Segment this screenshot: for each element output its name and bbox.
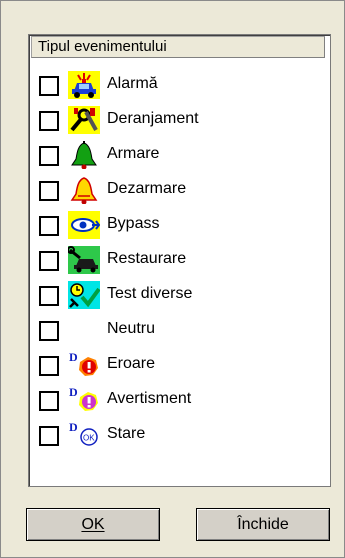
close-button[interactable]: Închide — [196, 508, 330, 541]
list-item-test[interactable]: Test diverse — [29, 278, 330, 313]
svg-text:D: D — [69, 421, 78, 434]
checkbox-test[interactable] — [39, 286, 59, 306]
checkbox-disarm[interactable] — [39, 181, 59, 201]
svg-text:OK: OK — [83, 434, 95, 443]
list-item-label: Armare — [107, 145, 160, 162]
close-button-label: Închide — [237, 516, 289, 533]
disarm-bell-icon — [70, 177, 98, 204]
list-item-label: Restaurare — [107, 250, 187, 267]
ok-button-label: OK — [81, 516, 105, 533]
list-item-disarm[interactable]: Dezarmare — [29, 173, 330, 208]
list-item-fault[interactable]: Deranjament — [29, 103, 330, 138]
list-item-error[interactable]: D Eroare — [29, 348, 330, 383]
svg-text:D: D — [69, 386, 78, 399]
list-item-label: Avertisment — [107, 390, 192, 407]
list-item-label: Alarmă — [107, 75, 158, 92]
checkbox-warning[interactable] — [39, 391, 59, 411]
checkbox-error[interactable] — [39, 356, 59, 376]
list-item-restore[interactable]: Restaurare — [29, 243, 330, 278]
list-item-alarm[interactable]: Alarmă — [29, 68, 330, 103]
arm-bell-icon — [71, 141, 97, 169]
list-item-label: Dezarmare — [107, 180, 187, 197]
checkbox-restore[interactable] — [39, 251, 59, 271]
event-type-list[interactable]: Tipul evenimentului Alarmă Deranjament A… — [28, 34, 331, 487]
checkbox-neutral[interactable] — [39, 321, 59, 341]
checkbox-bypass[interactable] — [39, 216, 59, 236]
status-d-ok-icon: D OK — [69, 421, 98, 446]
warning-d-icon: D — [69, 386, 98, 411]
list-item-label: Stare — [107, 425, 146, 442]
list-item-label: Neutru — [107, 320, 156, 337]
test-check-icon — [68, 281, 100, 309]
list-item-label: Test diverse — [107, 285, 193, 302]
ok-button[interactable]: OK — [26, 508, 160, 541]
list-header[interactable]: Tipul evenimentului — [31, 36, 325, 58]
list-item-bypass[interactable]: Bypass — [29, 208, 330, 243]
bypass-eye-icon — [68, 211, 100, 239]
list-item-label: Deranjament — [107, 110, 199, 127]
checkbox-status[interactable] — [39, 426, 59, 446]
checkbox-alarm[interactable] — [39, 76, 59, 96]
list-item-label: Bypass — [107, 215, 160, 232]
checkbox-arm[interactable] — [39, 146, 59, 166]
list-item-warning[interactable]: D Avertisment — [29, 383, 330, 418]
event-type-rows: Alarmă Deranjament Armare Dezarmare Bypa… — [29, 68, 330, 453]
list-item-arm[interactable]: Armare — [29, 138, 330, 173]
list-item-status[interactable]: D OK Stare — [29, 418, 330, 453]
list-item-label: Eroare — [107, 355, 156, 372]
fault-tools-icon — [68, 106, 100, 134]
list-item-neutral[interactable]: Neutru — [29, 313, 330, 348]
alarm-car-icon — [68, 71, 100, 99]
error-d-icon: D — [69, 351, 98, 376]
restore-car-icon — [68, 246, 100, 274]
checkbox-fault[interactable] — [39, 111, 59, 131]
svg-text:D: D — [69, 351, 78, 364]
